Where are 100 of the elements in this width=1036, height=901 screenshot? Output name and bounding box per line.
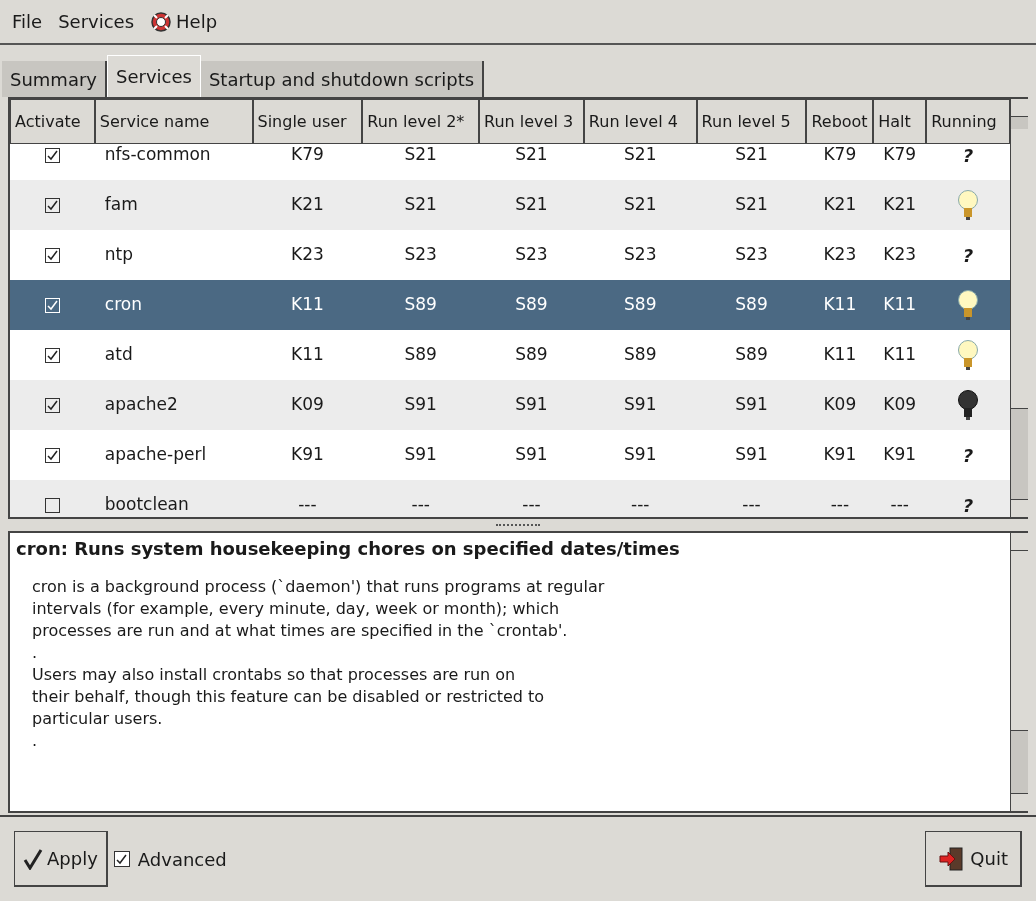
- table-cell-text: ---: [297, 493, 318, 517]
- table-cell-text: ---: [630, 493, 651, 517]
- checkbox[interactable]: [44, 247, 60, 263]
- table-cell-text: S91: [623, 443, 658, 467]
- table-cell-text: K91: [290, 443, 325, 467]
- table-cell-text: K21: [882, 193, 918, 217]
- unknown-status: ?: [962, 443, 974, 468]
- service-name: bootclean: [103, 493, 190, 517]
- checkbox[interactable]: [44, 347, 60, 363]
- table-row[interactable]: bootclean --- --- --- --- --- --- --- ?: [10, 480, 1010, 517]
- service-name: fam: [103, 193, 139, 217]
- table-cell-text: S91: [623, 393, 658, 417]
- splitter-handle[interactable]: [496, 523, 540, 527]
- column-header[interactable]: Single user: [252, 99, 363, 144]
- table-cell-text: K11: [882, 343, 918, 367]
- tab[interactable]: Summary: [2, 61, 107, 97]
- table-cell-text: K23: [290, 243, 325, 267]
- column-header[interactable]: Running: [926, 99, 1010, 144]
- quit-button[interactable]: Quit: [925, 831, 1022, 887]
- description-title: cron: Runs system housekeeping chores on specified dates/times: [16, 537, 681, 561]
- unknown-status: ?: [962, 143, 974, 168]
- column-header[interactable]: Run level 4: [583, 99, 697, 144]
- service-name: apache-perl: [103, 443, 208, 467]
- table-row[interactable]: apache2 K09 S91 S91 S91 S91 K09 K09: [10, 380, 1010, 430]
- table-cell-text: K09: [882, 393, 918, 417]
- check-icon: [46, 199, 58, 211]
- table-cell-text: K23: [822, 243, 858, 267]
- table-cell-text: S89: [623, 293, 658, 317]
- table-cell-text: ---: [410, 493, 431, 517]
- table-cell-text: S89: [514, 343, 549, 367]
- column-header[interactable]: Halt: [873, 99, 927, 144]
- table-cell-text: S23: [623, 243, 658, 267]
- scrollbar[interactable]: [1010, 533, 1028, 811]
- table-cell-text: K23: [882, 243, 918, 267]
- check-icon: [46, 399, 58, 411]
- table-cell-text: K11: [290, 293, 325, 317]
- table-cell-text: S91: [734, 393, 769, 417]
- column-header[interactable]: Run level 3: [479, 99, 584, 144]
- table-cell-text: S89: [734, 293, 769, 317]
- tab[interactable]: Services: [107, 55, 201, 97]
- table-cell-text: S91: [403, 443, 438, 467]
- table-cell-text: S21: [734, 143, 769, 167]
- service-name: nfs-common: [103, 143, 212, 167]
- description-text: .: [31, 730, 39, 752]
- table-cell-text: K79: [822, 143, 858, 167]
- table-cell-text: S91: [734, 443, 769, 467]
- service-name: ntp: [103, 243, 135, 267]
- table-cell-text: S89: [403, 293, 438, 317]
- apply-button[interactable]: Apply: [14, 831, 108, 887]
- check-icon: [116, 853, 128, 865]
- table-cell-text: K11: [822, 343, 858, 367]
- check-icon: [46, 449, 58, 461]
- menu-item[interactable]: Help: [150, 8, 218, 35]
- checkmark-icon: [23, 847, 43, 870]
- advanced-checkbox[interactable]: Advanced: [113, 845, 227, 873]
- checkbox[interactable]: [44, 197, 60, 213]
- description-text: Users may also install crontabs so that processes are run on their behalf, though this feature can be disabled or restricted to particular users.: [31, 664, 546, 730]
- table-row[interactable]: fam K21 S21 S21 S21 S21 K21 K21: [10, 180, 1010, 230]
- table-cell-text: K91: [882, 443, 918, 467]
- checkbox[interactable]: [44, 397, 60, 413]
- table-cell-text: K79: [882, 143, 918, 167]
- unknown-status: ?: [962, 243, 974, 268]
- table-cell-text: K21: [290, 193, 325, 217]
- service-name: cron: [103, 293, 143, 317]
- service-name: apache2: [103, 393, 179, 417]
- table-cell-text: K79: [290, 143, 325, 167]
- menu-item[interactable]: File: [12, 8, 43, 35]
- check-icon: [46, 249, 58, 261]
- description-text: .: [31, 642, 39, 664]
- table-cell-text: S21: [623, 193, 658, 217]
- column-header[interactable]: Activate: [10, 99, 95, 144]
- unknown-status: ?: [962, 493, 974, 517]
- table-cell-text: S21: [514, 143, 549, 167]
- table-cell-text: S23: [514, 243, 549, 267]
- table-cell-text: K21: [822, 193, 858, 217]
- table-cell-text: S21: [734, 193, 769, 217]
- check-icon: [46, 349, 58, 361]
- table-cell-text: S21: [403, 143, 438, 167]
- table-cell-text: S89: [403, 343, 438, 367]
- table-cell-text: K11: [822, 293, 858, 317]
- table-row[interactable]: cron K11 S89 S89 S89 S89 K11 K11: [10, 280, 1010, 330]
- column-header[interactable]: Service name: [94, 99, 253, 144]
- tab[interactable]: Startup and shutdown scripts: [200, 61, 485, 97]
- table-cell-text: K09: [822, 393, 858, 417]
- lifebuoy-icon: [150, 10, 173, 33]
- scrollbar[interactable]: [1010, 99, 1028, 517]
- checkbox[interactable]: [44, 497, 60, 513]
- table-cell-text: ---: [741, 493, 762, 517]
- table-cell-text: S23: [734, 243, 769, 267]
- menu-item[interactable]: Services: [58, 8, 135, 35]
- table-cell-text: S91: [403, 393, 438, 417]
- checkbox[interactable]: [44, 147, 60, 163]
- column-header[interactable]: Run level 5: [696, 99, 807, 144]
- table-cell-text: S91: [514, 443, 549, 467]
- column-header[interactable]: Run level 2*: [362, 99, 480, 144]
- column-header[interactable]: Reboot: [806, 99, 874, 144]
- table-cell-text: ---: [889, 493, 910, 517]
- checkbox[interactable]: [44, 447, 60, 463]
- table-cell-text: S23: [403, 243, 438, 267]
- service-name: atd: [103, 343, 134, 367]
